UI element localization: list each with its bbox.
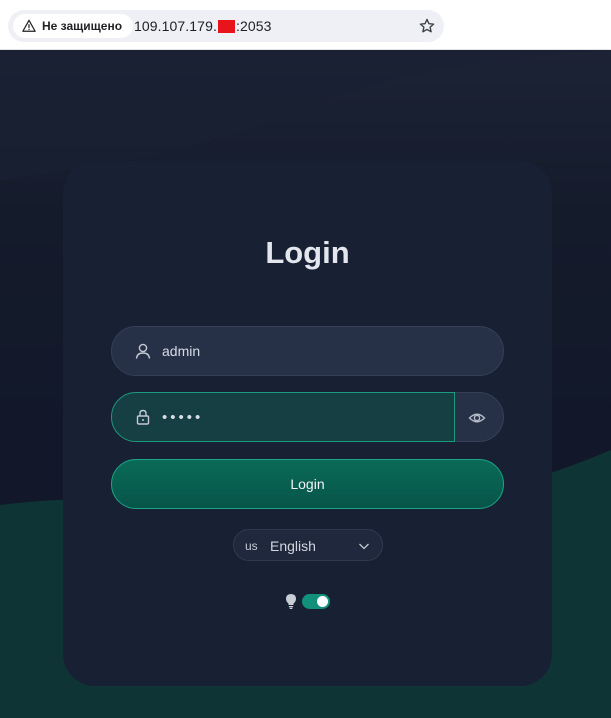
password-input[interactable] (162, 393, 442, 441)
bookmark-star-icon[interactable] (418, 17, 436, 35)
password-field[interactable] (111, 392, 455, 442)
toggle-knob (317, 596, 328, 607)
username-input[interactable] (162, 327, 442, 375)
language-flag-code: us (245, 539, 258, 553)
language-select[interactable]: us English (233, 529, 383, 561)
language-selected: English (270, 538, 316, 554)
username-field[interactable] (111, 326, 504, 376)
warning-triangle-icon (22, 19, 36, 32)
password-group (111, 392, 504, 442)
show-password-button[interactable] (455, 392, 504, 442)
login-page: Login admin ••••• Login us English (0, 50, 611, 718)
login-button[interactable]: Login (111, 459, 504, 509)
address-bar[interactable]: Не защищено 109.107.179. :2053 (8, 10, 444, 42)
url-text[interactable]: 109.107.179. :2053 (134, 18, 272, 34)
url-host-prefix: 109.107.179. (134, 18, 217, 34)
url-port: :2053 (235, 18, 272, 34)
security-indicator[interactable]: Не защищено (13, 14, 133, 38)
security-label: Не защищено (42, 19, 123, 33)
theme-switch-group (285, 593, 335, 609)
theme-toggle[interactable] (302, 594, 330, 609)
user-icon (135, 343, 151, 359)
login-card: Login admin ••••• Login us English (63, 161, 552, 686)
redaction-box (217, 19, 235, 33)
browser-toolbar: Не защищено 109.107.179. :2053 (0, 0, 611, 50)
lightbulb-icon (286, 594, 296, 609)
login-title: Login (265, 235, 350, 270)
eye-icon (468, 413, 486, 423)
chevron-down-icon (359, 543, 369, 550)
lock-icon (136, 409, 150, 425)
